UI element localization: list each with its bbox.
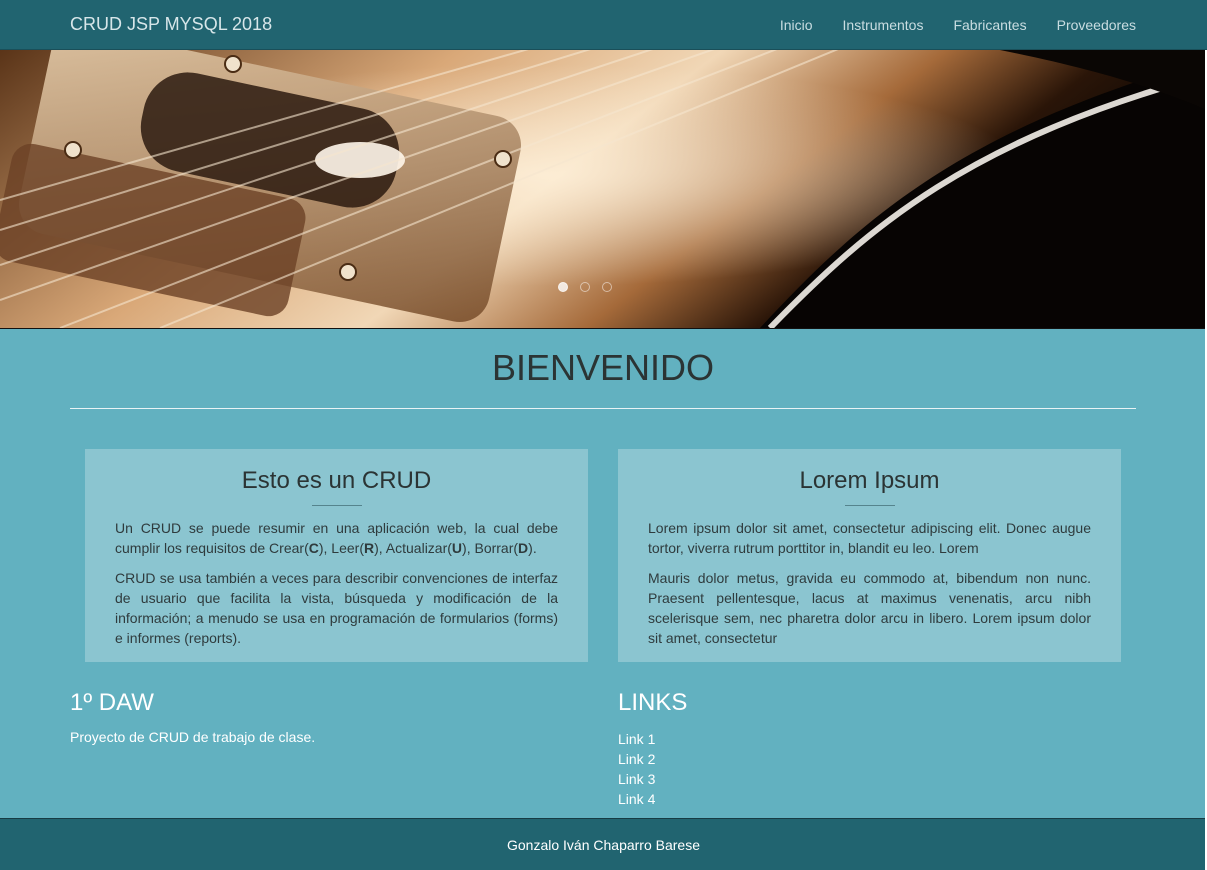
link-3[interactable]: Link 3 bbox=[618, 771, 655, 787]
link-1[interactable]: Link 1 bbox=[618, 731, 655, 747]
lorem-card-divider bbox=[844, 505, 895, 506]
nav-links: Inicio Instrumentos Fabricantes Proveedo… bbox=[750, 17, 1136, 33]
lorem-card-paragraph-2: Mauris dolor metus, gravida eu commodo a… bbox=[648, 570, 1091, 646]
about-text: Proyecto de CRUD de trabajo de clase. bbox=[70, 729, 316, 745]
carousel-indicator-1[interactable] bbox=[558, 282, 568, 292]
lorem-card-paragraph-1: Lorem ipsum dolor sit amet, consectetur … bbox=[648, 520, 1091, 556]
about-title: 1º DAW bbox=[70, 689, 154, 716]
crud-card-paragraph-1: Un CRUD se puede resumir en una aplicaci… bbox=[115, 520, 558, 556]
list-item: Link 3 bbox=[618, 769, 655, 789]
carousel[interactable] bbox=[0, 50, 1207, 329]
crud-card-paragraph-2: CRUD se usa también a veces para describ… bbox=[115, 570, 558, 646]
carousel-indicator-2[interactable] bbox=[580, 282, 590, 292]
list-item: Link 2 bbox=[618, 749, 655, 769]
footer: Gonzalo Iván Chaparro Barese bbox=[0, 818, 1207, 870]
footer-author: Gonzalo Iván Chaparro Barese bbox=[507, 837, 700, 853]
brand-link[interactable]: CRUD JSP MYSQL 2018 bbox=[70, 14, 272, 35]
navbar: CRUD JSP MYSQL 2018 Inicio Instrumentos … bbox=[0, 0, 1207, 50]
heading-divider bbox=[70, 408, 1136, 409]
carousel-indicator-3[interactable] bbox=[602, 282, 612, 292]
nav-link-instrumentos[interactable]: Instrumentos bbox=[843, 17, 924, 33]
list-item: Link 1 bbox=[618, 729, 655, 749]
crud-card: Esto es un CRUD Un CRUD se puede resumir… bbox=[85, 449, 588, 662]
list-item: Link 4 bbox=[618, 789, 655, 809]
links-list: Link 1 Link 2 Link 3 Link 4 bbox=[618, 729, 655, 809]
nav-link-inicio[interactable]: Inicio bbox=[780, 17, 813, 33]
nav-link-fabricantes[interactable]: Fabricantes bbox=[953, 17, 1026, 33]
crud-card-divider bbox=[311, 505, 362, 506]
nav-link-proveedores[interactable]: Proveedores bbox=[1057, 17, 1136, 33]
welcome-heading: BIENVENIDO bbox=[491, 347, 715, 388]
main-content: BIENVENIDO Esto es un CRUD Un CRUD se pu… bbox=[0, 329, 1207, 818]
lorem-card-title: Lorem Ipsum bbox=[799, 467, 940, 494]
link-2[interactable]: Link 2 bbox=[618, 751, 655, 767]
carousel-indicators bbox=[558, 282, 612, 292]
link-4[interactable]: Link 4 bbox=[618, 791, 655, 807]
lorem-card: Lorem Ipsum Lorem ipsum dolor sit amet, … bbox=[618, 449, 1121, 662]
links-title: LINKS bbox=[618, 689, 688, 716]
crud-card-title: Esto es un CRUD bbox=[241, 467, 432, 494]
